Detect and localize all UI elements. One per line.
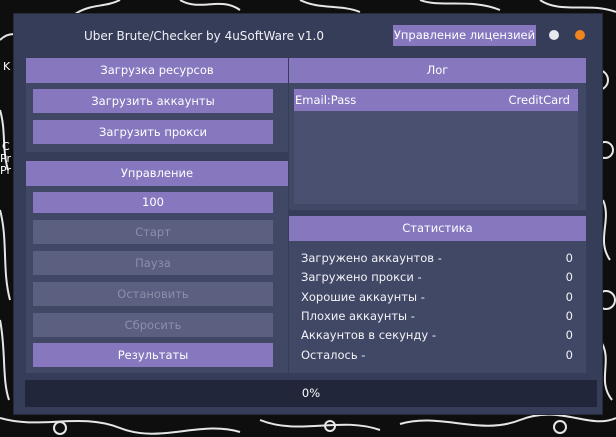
log-list[interactable]: Email:Pass CreditCard	[294, 89, 578, 204]
stat-label: Осталось -	[301, 348, 366, 362]
resources-header: Загрузка ресурсов	[26, 58, 288, 83]
pause-button[interactable]: Пауза	[33, 251, 273, 275]
stat-label: Хорошие аккаунты -	[301, 290, 425, 304]
threads-input[interactable]	[33, 192, 273, 213]
background-fragment: K	[3, 60, 11, 73]
resources-panel: Загрузка ресурсов Загрузить аккаунты Заг…	[26, 58, 288, 152]
load-accounts-button[interactable]: Загрузить аккаунты	[33, 89, 273, 113]
log-column-email-pass: Email:Pass	[295, 93, 357, 107]
close-icon[interactable]	[575, 30, 585, 40]
start-button[interactable]: Старт	[33, 220, 273, 244]
window-title: Uber Brute/Checker by 4uSoftWare v1.0	[83, 29, 324, 43]
log-header: Лог	[289, 58, 586, 83]
stat-value: 0	[565, 251, 573, 265]
results-button[interactable]: Результаты	[33, 343, 273, 367]
stat-label: Загружено прокси -	[301, 270, 422, 284]
minimize-icon[interactable]	[549, 30, 559, 40]
load-proxy-button[interactable]: Загрузить прокси	[33, 120, 273, 144]
stat-value: 0	[565, 348, 573, 362]
stat-accounts-per-second: Аккаунтов в секунду - 0	[301, 326, 573, 345]
progress-bar: 0%	[25, 380, 597, 407]
stat-label: Аккаунтов в секунду -	[301, 328, 436, 342]
app-window: Uber Brute/Checker by 4uSoftWare v1.0 Уп…	[13, 13, 603, 415]
stats-header: Статистика	[289, 216, 586, 241]
reset-button[interactable]: Сбросить	[33, 313, 273, 337]
log-column-headers: Email:Pass CreditCard	[294, 89, 578, 111]
control-panel: Управление Старт Пауза Остановить Сброси…	[26, 161, 288, 373]
stat-loaded-accounts: Загружено аккаунтов - 0	[301, 249, 573, 268]
stat-loaded-proxy: Загружено прокси - 0	[301, 268, 573, 287]
progress-label: 0%	[301, 386, 321, 400]
stat-value: 0	[565, 290, 573, 304]
stat-value: 0	[565, 309, 573, 323]
stat-value: 0	[565, 328, 573, 342]
stop-button[interactable]: Остановить	[33, 282, 273, 306]
stat-label: Загружено аккаунтов -	[301, 251, 442, 265]
stat-label: Плохие аккаунты -	[301, 309, 415, 323]
stat-value: 0	[565, 270, 573, 284]
control-header: Управление	[26, 161, 288, 186]
titlebar[interactable]: Uber Brute/Checker by 4uSoftWare v1.0 Уп…	[14, 14, 602, 58]
license-management-button[interactable]: Управление лицензией	[393, 25, 536, 46]
stat-remaining: Осталось - 0	[301, 346, 573, 365]
stat-bad-accounts: Плохие аккаунты - 0	[301, 307, 573, 326]
stat-good-accounts: Хорошие аккаунты - 0	[301, 288, 573, 307]
stats-panel: Статистика Загружено аккаунтов - 0 Загру…	[289, 216, 586, 373]
background-fragment: Pr	[0, 164, 11, 177]
log-panel: Лог Email:Pass CreditCard	[289, 58, 586, 210]
log-column-credit-card: CreditCard	[508, 93, 571, 107]
